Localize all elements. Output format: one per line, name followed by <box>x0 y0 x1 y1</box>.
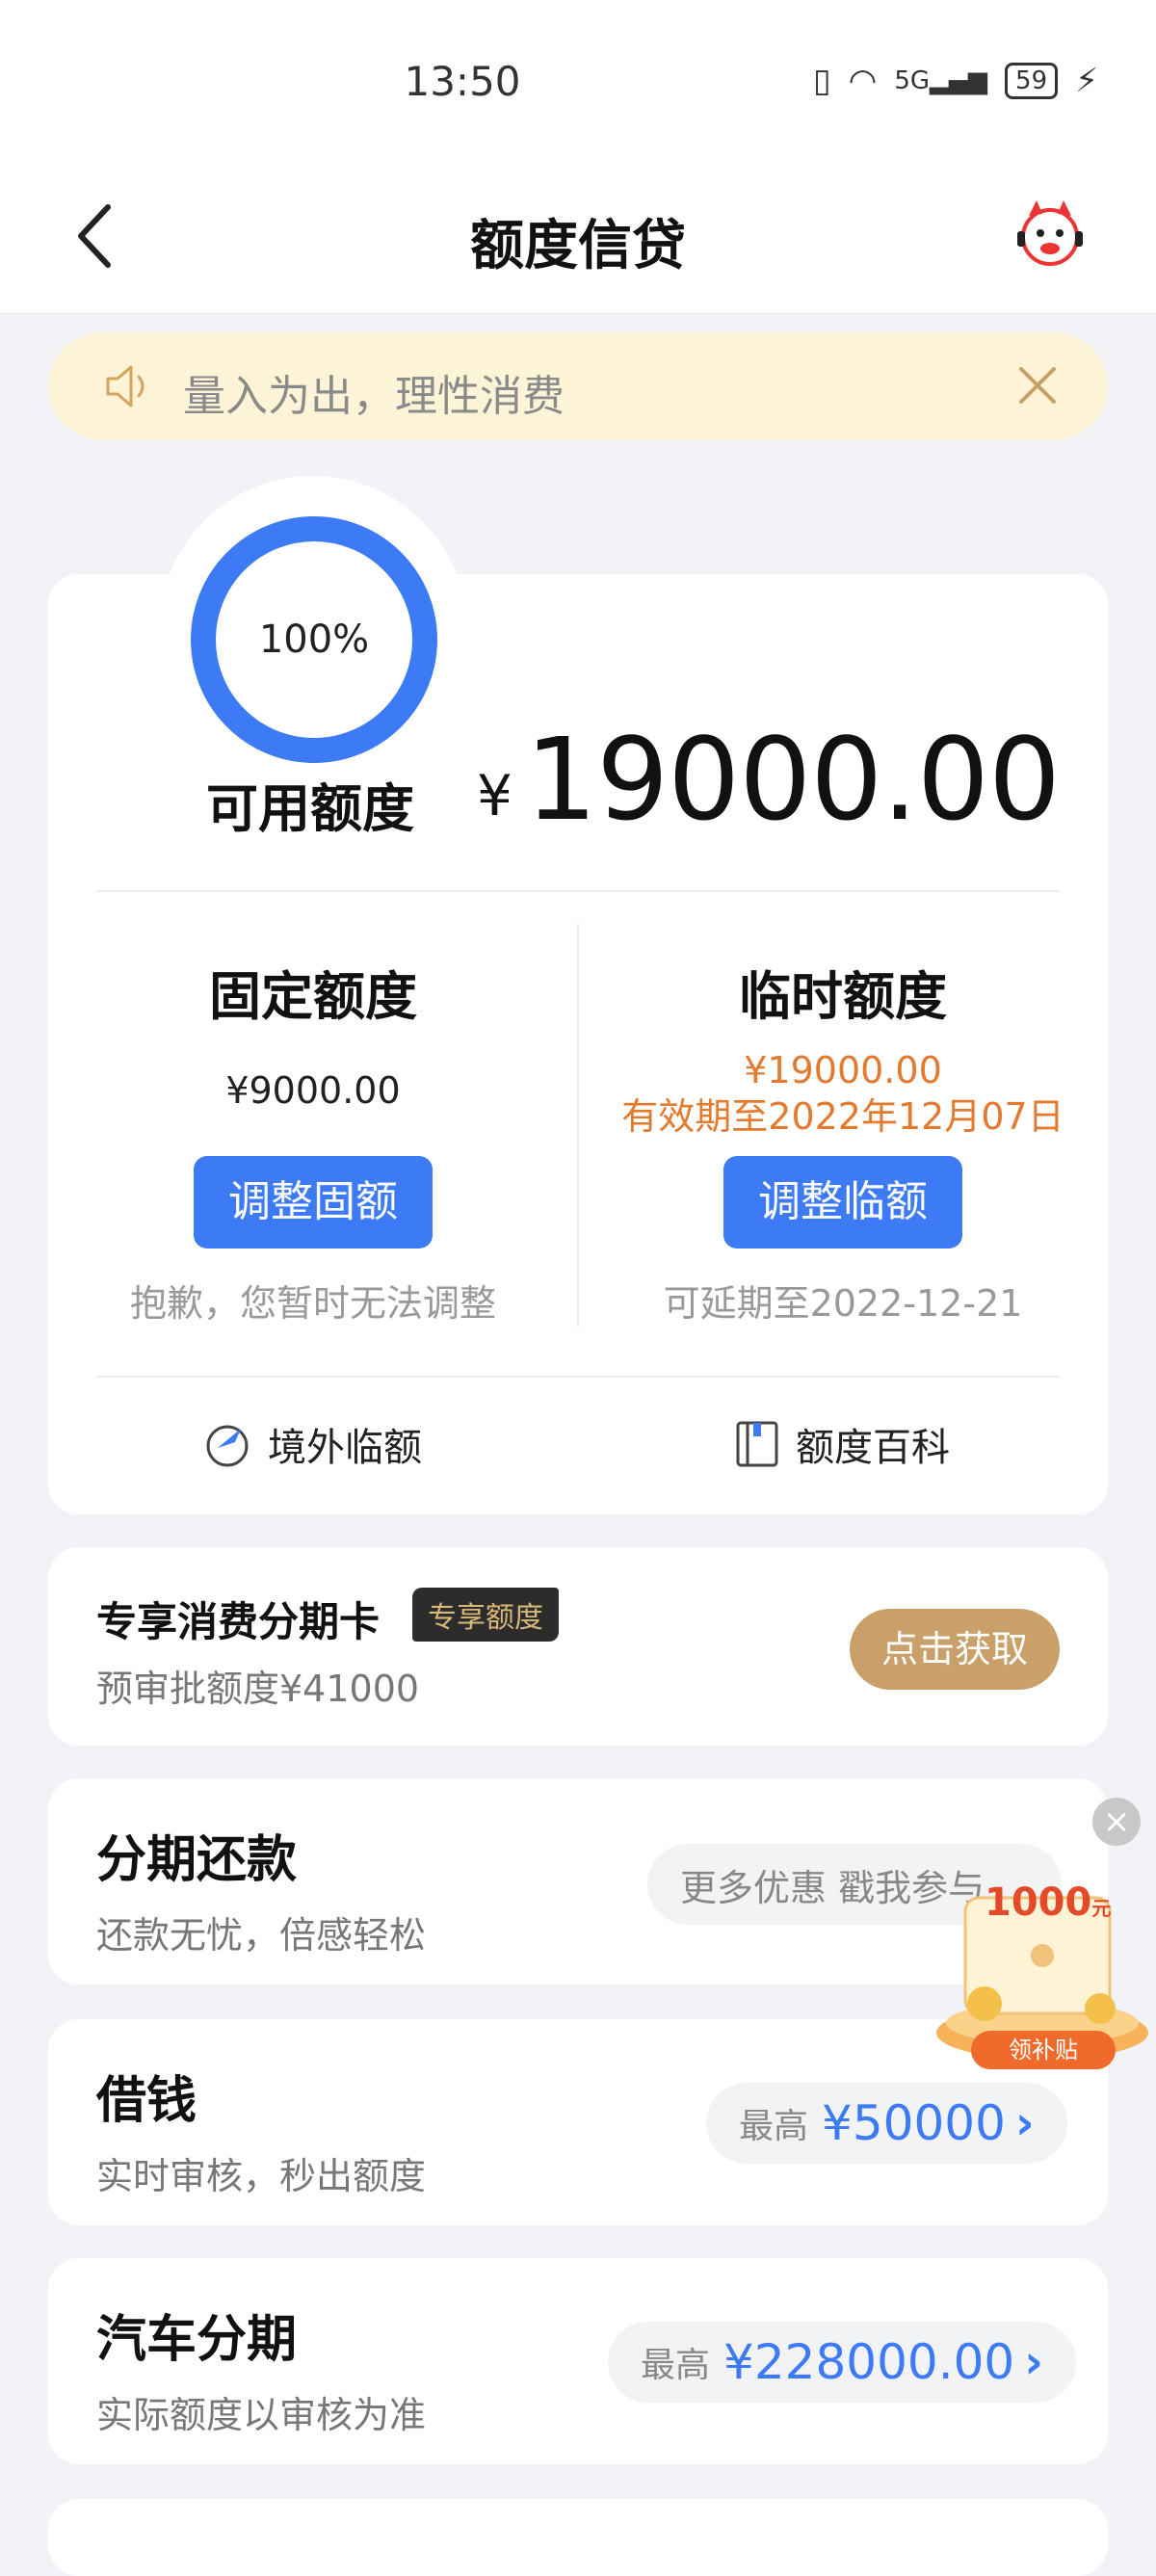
adjust-fixed-button[interactable]: 调整固额 <box>194 1156 433 1249</box>
battery-icon: 59 <box>1005 63 1059 99</box>
chevron-right-icon: › <box>1024 2335 1043 2389</box>
page-title: 额度信贷 <box>470 215 686 277</box>
max-amount: ¥228000.00 <box>723 2334 1015 2390</box>
temp-limit-title: 临时额度 <box>739 966 947 1027</box>
available-currency: ¥ <box>477 763 512 828</box>
book-icon <box>736 1421 778 1467</box>
notice-text: 量入为出，理性消费 <box>183 372 565 421</box>
nav-bar: 额度信贷 <box>0 164 1156 314</box>
get-card-button[interactable]: 点击获取 <box>850 1609 1060 1690</box>
max-amount-pill[interactable]: 最高 ¥228000.00 › <box>608 2322 1076 2403</box>
vibrate-icon: ▯ <box>812 62 831 100</box>
credit-wiki-link[interactable]: 额度百科 <box>734 1416 950 1472</box>
max-amount: ¥50000 <box>822 2095 1006 2151</box>
row-title: 借钱 <box>96 2072 197 2130</box>
max-label: 最高 <box>641 2346 711 2385</box>
plane-globe-icon <box>206 1425 249 1467</box>
next-row-card <box>48 2499 1108 2576</box>
close-promo-icon[interactable]: × <box>1092 1798 1141 1846</box>
speaker-icon <box>106 365 144 407</box>
signal-icon: 5G▂▄▆ <box>894 66 988 95</box>
max-label: 最高 <box>739 2107 809 2146</box>
fixed-limit-note: 抱歉，您暂时无法调整 <box>129 1282 496 1325</box>
temp-limit-validity: 有效期至2022年12月07日 <box>621 1095 1064 1138</box>
temp-limit-note: 可延期至2022-12-21 <box>663 1282 1023 1325</box>
overseas-limit-label: 境外临额 <box>268 1426 422 1470</box>
get-subsidy-button[interactable]: 领补贴 <box>971 2031 1116 2069</box>
adjust-temp-button[interactable]: 调整临额 <box>723 1156 962 1249</box>
status-icons: ▯ ◠ 5G▂▄▆ 59 ⚡ <box>813 62 1098 100</box>
row-subtitle: 还款无忧，倍感轻松 <box>96 1914 427 1957</box>
credit-wiki-label: 额度百科 <box>796 1426 950 1470</box>
installment-card-subtitle: 预审批额度¥41000 <box>96 1668 420 1710</box>
divider <box>96 1376 1060 1378</box>
status-bar: 13:50 ▯ ◠ 5G▂▄▆ 59 ⚡ <box>0 0 1156 164</box>
close-icon[interactable] <box>1013 361 1062 409</box>
assistant-mascot-icon[interactable] <box>1012 195 1089 272</box>
exclusive-badge: 专享额度 <box>412 1588 559 1642</box>
chevron-right-icon: › <box>1014 2096 1035 2150</box>
subsidy-amount: 1000元 <box>985 1880 1112 1925</box>
charging-icon: ⚡ <box>1075 62 1098 100</box>
installment-card-title: 专享消费分期卡 <box>96 1598 381 1645</box>
available-label: 可用额度 <box>206 778 414 839</box>
fixed-limit-value: ¥9000.00 <box>225 1069 401 1112</box>
status-time: 13:50 <box>404 58 521 105</box>
overseas-limit-link[interactable]: 境外临额 <box>202 1416 422 1472</box>
notice-banner: 量入为出，理性消费 <box>48 332 1108 440</box>
row-title: 分期还款 <box>96 1831 298 1889</box>
row-subtitle: 实时审核，秒出额度 <box>96 2155 427 2197</box>
temp-limit-value: ¥19000.00 <box>744 1049 942 1091</box>
column-divider <box>577 923 579 1327</box>
wifi-icon: ◠ <box>848 62 878 100</box>
temp-limit-info: ¥19000.00 有效期至2022年12月07日 <box>602 1047 1084 1140</box>
ring-percent: 100% <box>258 618 370 662</box>
row-subtitle: 实际额度以审核为准 <box>96 2394 427 2436</box>
divider <box>96 890 1060 892</box>
row-title: 汽车分期 <box>96 2311 298 2369</box>
fixed-limit-title: 固定额度 <box>209 966 417 1027</box>
available-amount: 19000.00 <box>525 713 1061 846</box>
max-amount-pill[interactable]: 最高 ¥50000 › <box>706 2083 1067 2164</box>
